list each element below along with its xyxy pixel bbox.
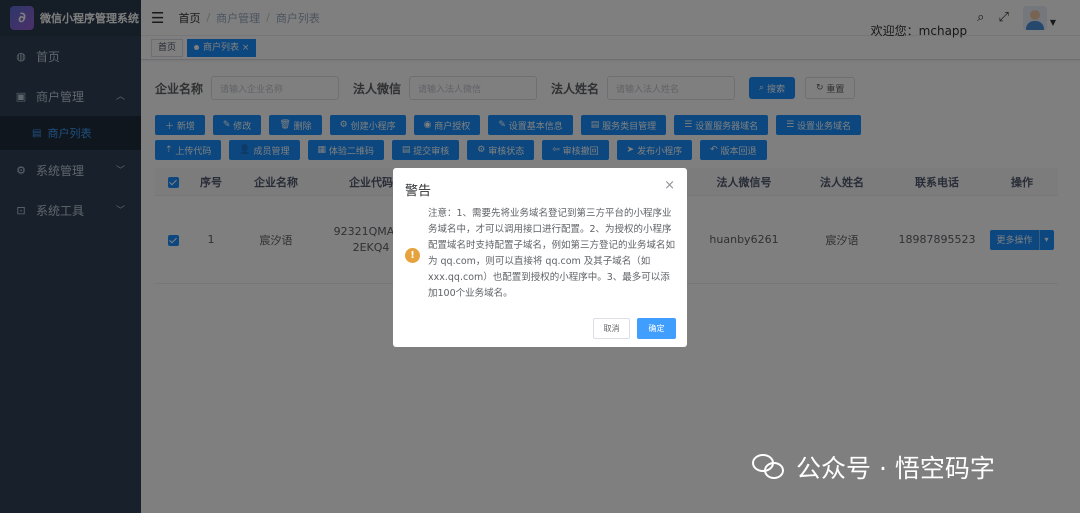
warning-dialog: 警告 × ! 注意：1、需要先将业务域名登记到第三方平台的小程序业务域名中，才可… (393, 168, 687, 347)
warning-icon: ! (405, 248, 420, 263)
cancel-button[interactable]: 取消 (593, 318, 630, 339)
close-icon[interactable]: × (664, 178, 675, 193)
dialog-message: 注意：1、需要先将业务域名登记到第三方平台的小程序业务域名中，才可以调用接口进行… (428, 208, 676, 299)
wechat-icon (752, 450, 786, 484)
dialog-title: 警告 (405, 184, 432, 199)
watermark-text: 公众号 · 悟空码字 (796, 454, 995, 483)
watermark: 公众号 · 悟空码字 (752, 449, 995, 485)
confirm-button[interactable]: 确定 (637, 318, 676, 339)
